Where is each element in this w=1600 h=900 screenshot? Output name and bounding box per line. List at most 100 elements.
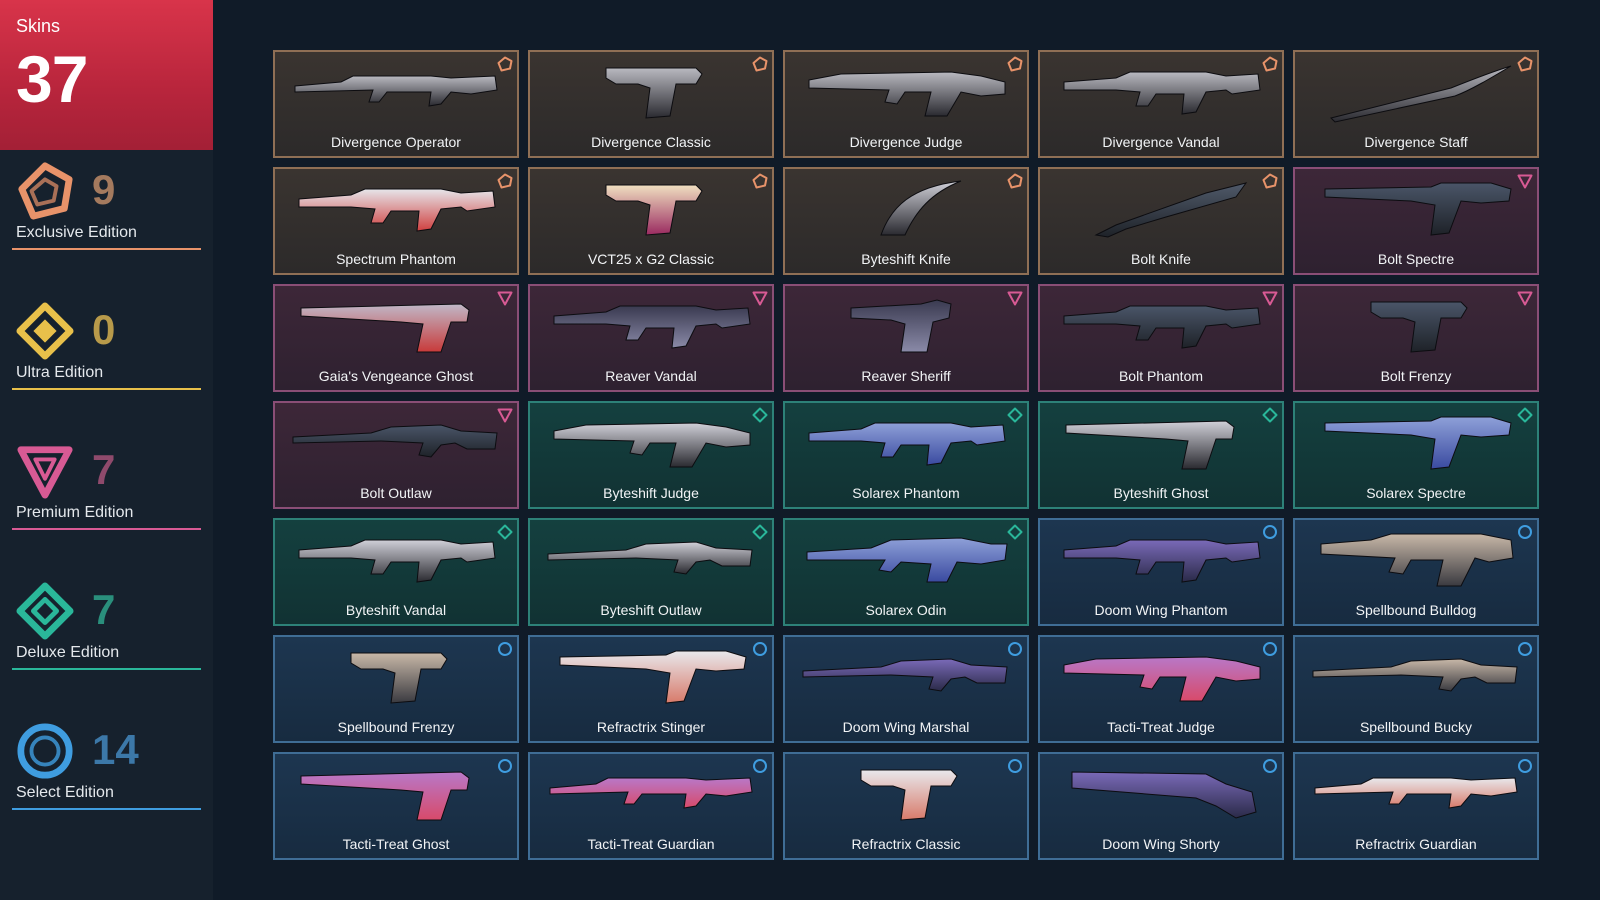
pistol-weapon-icon (291, 645, 501, 709)
rifle-weapon-icon (1056, 60, 1266, 124)
skin-grid: Divergence Operator Divergence Classic Div… (273, 50, 1539, 860)
knife-weapon-icon (1056, 177, 1266, 241)
select-edition-icon (752, 758, 768, 774)
skin-card[interactable]: Solarex Phantom (783, 401, 1029, 509)
skin-card[interactable]: Divergence Classic (528, 50, 774, 158)
skin-card[interactable]: Divergence Vandal (1038, 50, 1284, 158)
skin-card[interactable]: Divergence Staff (1293, 50, 1539, 158)
skin-card[interactable]: Byteshift Vandal (273, 518, 519, 626)
tier-divider (12, 668, 201, 670)
select-edition-icon (16, 722, 74, 780)
deluxe-edition-icon (497, 524, 513, 540)
skin-card[interactable]: Reaver Sheriff (783, 284, 1029, 392)
tier-count: 0 (92, 306, 116, 353)
skin-card[interactable]: Divergence Judge (783, 50, 1029, 158)
rifle-weapon-icon (1056, 294, 1266, 358)
exclusive-edition-icon (497, 56, 513, 72)
skin-name: VCT25 x G2 Classic (587, 251, 715, 267)
skin-name: Solarex Odin (865, 602, 947, 618)
select-edition-icon (497, 758, 513, 774)
skin-name: Tacti-Treat Guardian (587, 836, 715, 852)
skins-label: Skins (16, 16, 61, 36)
rifle-weapon-icon (291, 177, 501, 241)
bulldog-weapon-icon (1311, 528, 1521, 592)
exclusive-edition-icon (16, 162, 74, 220)
ultra-edition-icon (16, 302, 74, 360)
skin-name: Spellbound Bucky (1359, 719, 1473, 735)
skin-name: Refractrix Classic (851, 836, 961, 852)
select-edition-icon (1517, 758, 1533, 774)
exclusive-edition-icon (1007, 173, 1023, 189)
tier-summary-ultra[interactable]: 0 Ultra Edition (12, 302, 201, 394)
skin-card[interactable]: Doom Wing Shorty (1038, 752, 1284, 860)
skin-name: Solarex Phantom (852, 485, 960, 501)
tier-summary-deluxe[interactable]: 7 Deluxe Edition (12, 582, 201, 674)
rifle-weapon-icon (291, 528, 501, 592)
tier-summary-select[interactable]: 14 Select Edition (12, 722, 201, 814)
skin-name: Tacti-Treat Judge (1107, 719, 1215, 735)
skin-card[interactable]: Refractrix Classic (783, 752, 1029, 860)
select-edition-icon (1262, 524, 1278, 540)
select-edition-icon (497, 641, 513, 657)
skin-name: Byteshift Outlaw (600, 602, 702, 618)
skin-card[interactable]: Doom Wing Phantom (1038, 518, 1284, 626)
skin-card[interactable]: Spellbound Frenzy (273, 635, 519, 743)
pistol-weapon-icon (546, 60, 756, 124)
skin-name: Byteshift Knife (861, 251, 951, 267)
skin-card[interactable]: Bolt Spectre (1293, 167, 1539, 275)
pistol-long-weapon-icon (1056, 411, 1266, 475)
premium-edition-icon (1262, 290, 1278, 306)
pistol-weapon-icon (1311, 294, 1521, 358)
skin-card[interactable]: Gaia's Vengeance Ghost (273, 284, 519, 392)
tier-summary-exclusive[interactable]: 9 Exclusive Edition (12, 162, 201, 254)
select-edition-icon (1007, 758, 1023, 774)
skin-name: Byteshift Ghost (1113, 485, 1209, 501)
skins-total-panel[interactable]: Skins 37 (0, 0, 213, 150)
skin-name: Spellbound Bulldog (1355, 602, 1477, 618)
skin-card[interactable]: Divergence Operator (273, 50, 519, 158)
select-edition-icon (1517, 641, 1533, 657)
tier-label: Premium Edition (16, 504, 134, 521)
skin-card[interactable]: Refractrix Guardian (1293, 752, 1539, 860)
skin-card[interactable]: VCT25 x G2 Classic (528, 167, 774, 275)
skin-card[interactable]: Spectrum Phantom (273, 167, 519, 275)
shotgun-weapon-icon (801, 60, 1011, 124)
skin-card[interactable]: Solarex Odin (783, 518, 1029, 626)
skin-card[interactable]: Spellbound Bulldog (1293, 518, 1539, 626)
skin-name: Doom Wing Shorty (1102, 836, 1220, 852)
select-edition-icon (1517, 524, 1533, 540)
skin-card[interactable]: Byteshift Outlaw (528, 518, 774, 626)
premium-edition-icon (752, 290, 768, 306)
staff-weapon-icon (1311, 60, 1521, 124)
exclusive-edition-icon (752, 56, 768, 72)
skin-card[interactable]: Byteshift Ghost (1038, 401, 1284, 509)
skin-card[interactable]: Tacti-Treat Judge (1038, 635, 1284, 743)
smg-weapon-icon (1311, 177, 1521, 241)
skin-name: Bolt Phantom (1118, 368, 1204, 384)
skin-card[interactable]: Tacti-Treat Ghost (273, 752, 519, 860)
skin-card[interactable]: Refractrix Stinger (528, 635, 774, 743)
skin-card[interactable]: Bolt Frenzy (1293, 284, 1539, 392)
skin-card[interactable]: Reaver Vandal (528, 284, 774, 392)
skin-card[interactable]: Bolt Knife (1038, 167, 1284, 275)
skin-card[interactable]: Doom Wing Marshal (783, 635, 1029, 743)
skin-name: Spectrum Phantom (336, 251, 456, 267)
tier-count: 14 (92, 726, 139, 773)
exclusive-edition-icon (1007, 56, 1023, 72)
pistol-long-weapon-icon (291, 762, 501, 826)
deluxe-edition-icon (1007, 407, 1023, 423)
skin-name: Refractrix Guardian (1355, 836, 1477, 852)
skin-card[interactable]: Bolt Outlaw (273, 401, 519, 509)
skin-card[interactable]: Spellbound Bucky (1293, 635, 1539, 743)
select-edition-icon (752, 641, 768, 657)
skin-card[interactable]: Byteshift Knife (783, 167, 1029, 275)
tier-summary-premium[interactable]: 7 Premium Edition (12, 442, 201, 534)
skin-name: Doom Wing Marshal (842, 719, 970, 735)
skin-name: Solarex Spectre (1366, 485, 1466, 501)
revolver-weapon-icon (801, 294, 1011, 358)
skin-card[interactable]: Solarex Spectre (1293, 401, 1539, 509)
skin-card[interactable]: Bolt Phantom (1038, 284, 1284, 392)
lmg-weapon-icon (801, 528, 1011, 592)
skin-card[interactable]: Tacti-Treat Guardian (528, 752, 774, 860)
skin-card[interactable]: Byteshift Judge (528, 401, 774, 509)
